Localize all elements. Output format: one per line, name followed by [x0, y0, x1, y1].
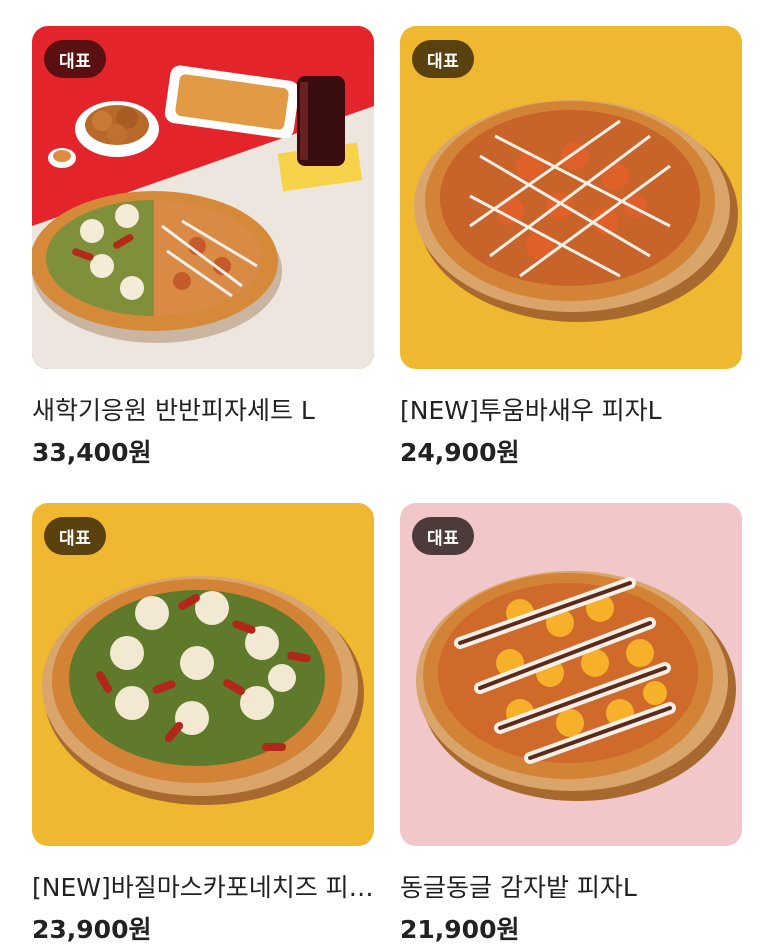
product-thumbnail[interactable]: 대표 — [32, 26, 374, 369]
product-price: 23,900원 — [32, 915, 152, 944]
product-price: 24,900원 — [400, 438, 520, 467]
product-card[interactable]: 대표 — [32, 503, 374, 946]
product-thumbnail[interactable]: 대표 — [32, 503, 374, 846]
product-card[interactable]: 대표 — [400, 26, 742, 469]
representative-badge: 대표 — [44, 40, 107, 78]
product-name[interactable]: [NEW]바질마스카포네치즈 피자L — [32, 872, 374, 904]
product-price: 33,400원 — [32, 438, 152, 467]
representative-badge: 대표 — [412, 40, 475, 78]
product-price: 21,900원 — [400, 915, 520, 944]
product-thumbnail[interactable]: 대표 — [400, 503, 742, 846]
product-card[interactable]: 대표 — [32, 26, 374, 469]
product-name[interactable]: [NEW]투움바새우 피자L — [400, 395, 742, 427]
representative-badge: 대표 — [412, 517, 475, 555]
product-name[interactable]: 동글동글 감자밭 피자L — [400, 872, 742, 904]
product-thumbnail[interactable]: 대표 — [400, 26, 742, 369]
product-name[interactable]: 새학기응원 반반피자세트 L — [32, 395, 374, 427]
representative-badge: 대표 — [44, 517, 107, 555]
product-grid: 대표 새학기응원 반반피자세트 L 33,400원 대표 [NEW]투움바새우 … — [0, 0, 773, 949]
product-card[interactable]: 대표 — [400, 503, 742, 946]
